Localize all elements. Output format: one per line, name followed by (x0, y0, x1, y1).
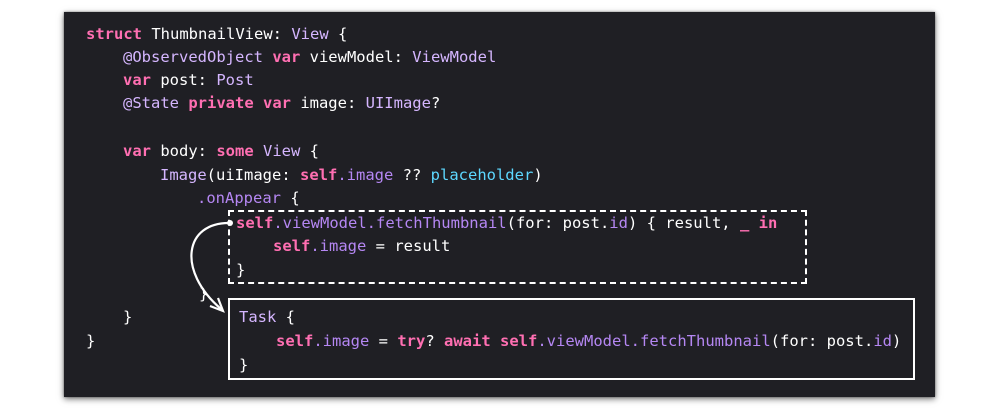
attribute: @State (123, 94, 189, 112)
method: .onAppear (197, 189, 281, 207)
optional-mark: ? (430, 94, 441, 112)
type-name: Task (239, 308, 277, 326)
keyword: private var (188, 94, 291, 112)
identifier: image: (290, 94, 366, 112)
property: .image (313, 332, 370, 350)
type-name: Post (216, 71, 254, 89)
brace: { (328, 25, 348, 43)
code-line-3: var post: Post (123, 68, 254, 92)
brace: } (86, 332, 96, 350)
type-name: View (253, 142, 301, 160)
property-chain: .viewModel. (537, 332, 640, 350)
brace: { (281, 189, 300, 207)
keyword: var (123, 71, 151, 89)
brace: } (123, 308, 133, 326)
code-line-4: @State private var image: UIImage? (123, 91, 440, 115)
original-code-box (228, 210, 807, 284)
operator: = (369, 332, 398, 350)
type-name: ViewModel (412, 48, 497, 66)
placeholder-identifier: placeholder (430, 166, 534, 184)
arguments: (uiImage: (206, 166, 300, 184)
brace: { (276, 308, 295, 326)
replacement-code-box: Task { self.image = try? await self.view… (228, 298, 915, 380)
identifier: viewModel: (300, 48, 413, 66)
brace: { (300, 142, 319, 160)
keyword: var (272, 48, 301, 66)
code-line-6: var body: some View { (123, 139, 319, 163)
code-line-1: struct ThumbnailView: View { (86, 22, 347, 46)
code-line-7: Image(uiImage: self.image ?? placeholder… (160, 163, 543, 187)
brace: } (199, 285, 209, 303)
code-line-13: } (123, 305, 132, 329)
paren: ) (533, 166, 543, 184)
property: .image (337, 166, 394, 184)
optional-mark: ? (425, 332, 444, 350)
function-name: fetchThumbnail (640, 332, 771, 350)
keyword: var (123, 142, 151, 160)
keyword: some (216, 142, 254, 160)
replacement-line-1: Task { (239, 305, 295, 329)
code-line-14: } (86, 329, 95, 353)
brace: } (239, 356, 249, 374)
identifier: body: (151, 142, 217, 160)
keyword: try (397, 332, 426, 350)
attribute: @ObservedObject (123, 48, 273, 66)
identifier: post: (151, 71, 217, 89)
keyword: self (300, 166, 338, 184)
code-line-12: } (199, 282, 208, 306)
replacement-line-2: self.image = try? await self.viewModel.f… (276, 329, 901, 353)
type-name: View (291, 25, 329, 43)
code-line-2: @ObservedObject var viewModel: ViewModel (123, 45, 496, 69)
property: id (873, 332, 892, 350)
operator: ?? (393, 166, 431, 184)
code-line-8: .onAppear { (197, 186, 300, 210)
type-name: Image (160, 166, 207, 184)
type-name: UIImage (365, 94, 431, 112)
keyword: self (500, 332, 538, 350)
paren: ) (891, 332, 902, 350)
arguments: (for: post. (770, 332, 874, 350)
struct-name: ThumbnailView: (151, 25, 292, 43)
keyword: struct (86, 25, 142, 43)
keyword: await (444, 332, 491, 350)
keyword: self (276, 332, 314, 350)
replacement-line-3: } (239, 353, 248, 377)
